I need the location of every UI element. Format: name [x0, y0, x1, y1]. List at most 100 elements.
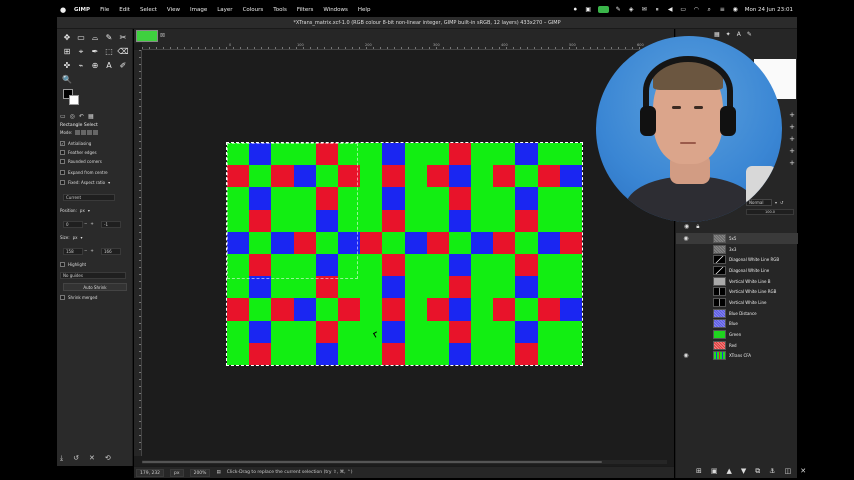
color-swatches[interactable] [63, 89, 83, 107]
menu-tools[interactable]: Tools [268, 7, 292, 13]
position-y-field[interactable]: -1 [101, 221, 121, 228]
highlight-checkbox[interactable] [60, 262, 65, 267]
siri-icon[interactable]: ◉ [732, 6, 739, 13]
patterns-tab-icon[interactable]: ✦ [726, 31, 731, 38]
crop-tool-icon[interactable]: ✂ [116, 31, 130, 45]
mail-icon[interactable]: ✉ [641, 6, 648, 13]
plus-icon[interactable]: + [90, 248, 93, 253]
eye-icon[interactable]: ◉ [684, 223, 689, 231]
menu-select[interactable]: Select [135, 7, 162, 13]
recording-indicator-icon[interactable] [597, 6, 609, 13]
save-options-icon[interactable]: ⤓ [60, 454, 63, 463]
rounded-corners-option[interactable]: Rounded corners [60, 159, 102, 164]
new-group-icon[interactable]: ▣ [711, 467, 718, 476]
position-unit-select[interactable]: px [80, 208, 85, 213]
horizontal-scrollbar[interactable] [142, 460, 667, 464]
control-center-icon[interactable]: ≡ [719, 6, 726, 13]
menu-colours[interactable]: Colours [238, 7, 269, 13]
xtrans-cfa-image[interactable] [226, 142, 583, 366]
layer-row[interactable]: Vertical White Line [676, 297, 798, 308]
menu-windows[interactable]: Windows [318, 7, 353, 13]
layer-row[interactable]: Vertical White Line RGB [676, 286, 798, 297]
screen-icon[interactable]: ▣ [585, 6, 592, 13]
aspect-current-field[interactable]: Current [63, 194, 115, 201]
menu-view[interactable]: View [162, 7, 185, 13]
zoom-tool-icon[interactable]: 🔍 [60, 73, 74, 87]
layer-row[interactable]: Vertical White Line B [676, 276, 798, 287]
layer-row[interactable]: ◉ 5x5 [676, 233, 798, 244]
plus-icon[interactable]: + [789, 159, 795, 167]
mask-icon[interactable]: ◫ [785, 467, 792, 476]
expand-from-centre-option[interactable]: Expand from centre [60, 170, 108, 175]
anchor-icon[interactable]: ⚓︎ [769, 467, 775, 476]
close-icon[interactable]: ⊠ [160, 32, 165, 39]
vertical-ruler[interactable] [134, 50, 142, 456]
record-dot-icon[interactable]: ⏺ [572, 6, 579, 13]
shrink-merged-option[interactable]: Shrink merged [60, 295, 97, 300]
new-layer-icon[interactable]: ⊞ [696, 467, 702, 476]
chevron-down-icon[interactable]: ▾ [108, 180, 110, 185]
bucket-fill-tool-icon[interactable]: ⬚ [102, 45, 116, 59]
plus-icon[interactable]: + [789, 147, 795, 155]
text-tool-icon[interactable]: A [102, 59, 116, 73]
raise-layer-icon[interactable]: ▲ [727, 467, 732, 476]
antialiasing-option[interactable]: ✓ Antialiasing [60, 141, 91, 146]
layer-row[interactable]: Diagonal White Line RGB [676, 254, 798, 265]
layer-row[interactable]: ◉ XTrans CFA [676, 351, 798, 362]
plus-icon[interactable]: + [90, 221, 93, 226]
app-menu[interactable]: GIMP [69, 7, 95, 13]
device-status-tab-icon[interactable]: ◎ [70, 113, 75, 120]
lock-icon[interactable]: 🔒︎ [696, 223, 699, 231]
layer-row[interactable]: Blue [676, 319, 798, 330]
position-x-stepper[interactable]: − + [84, 221, 94, 226]
undo-history-tab-icon[interactable]: ↶ [79, 113, 84, 120]
plus-icon[interactable]: + [789, 111, 795, 119]
selection-mode-buttons[interactable] [75, 130, 99, 135]
image-tab-thumbnail[interactable] [136, 30, 158, 42]
highlight-option[interactable]: Highlight [60, 262, 86, 267]
menu-layer[interactable]: Layer [212, 7, 237, 13]
battery-icon[interactable]: ▭ [680, 6, 687, 13]
size-w-stepper[interactable]: − + [84, 248, 94, 253]
unit-select[interactable]: px [170, 468, 184, 477]
restore-options-icon[interactable]: ↺ [73, 454, 79, 463]
edit-icon[interactable]: ✎ [615, 6, 622, 13]
menu-edit[interactable]: Edit [114, 7, 135, 13]
plus-icon[interactable]: + [789, 123, 795, 131]
horizontal-ruler[interactable]: 0 100 200 300 400 500 600 [142, 43, 674, 50]
menu-image[interactable]: Image [185, 7, 212, 13]
warp-tool-icon[interactable]: ⌖ [74, 45, 88, 59]
tool-options-tab-icon[interactable]: ▭ [60, 113, 66, 120]
scrollbar-thumb[interactable] [142, 461, 602, 463]
brush-preview-icon[interactable]: ✎ [747, 31, 752, 38]
pencil-tool-icon[interactable]: ✒ [88, 45, 102, 59]
volume-icon[interactable]: ◀ [667, 6, 674, 13]
smudge-tool-icon[interactable]: ⌁ [74, 59, 88, 73]
rounded-corners-checkbox[interactable] [60, 159, 65, 164]
search-icon[interactable]: ⌕ [706, 6, 713, 13]
eye-icon[interactable]: ◉ [682, 352, 690, 359]
transform-tool-icon[interactable]: ⊞ [60, 45, 74, 59]
reset-mode-icon[interactable]: ↺ [780, 200, 783, 205]
move-tool-icon[interactable]: ✥ [60, 31, 74, 45]
size-w-field[interactable]: 158 [63, 248, 83, 255]
plus-icon[interactable]: + [789, 135, 795, 143]
position-x-field[interactable]: 0 [63, 221, 83, 228]
eraser-tool-icon[interactable]: ⌫ [116, 45, 130, 59]
ink-tool-icon[interactable]: ✐ [116, 59, 130, 73]
rect-select-tool-icon[interactable]: ▭ [74, 31, 88, 45]
apple-menu-icon[interactable]: ● [57, 6, 69, 14]
delete-options-icon[interactable]: ✕ [89, 454, 95, 463]
eye-icon[interactable]: ◉ [682, 235, 690, 242]
wifi-icon[interactable]: ◠ [693, 6, 700, 13]
zoom-select[interactable]: 200% [189, 468, 211, 477]
fixed-checkbox[interactable] [60, 180, 65, 185]
expand-from-centre-checkbox[interactable] [60, 170, 65, 175]
images-tab-icon[interactable]: ▦ [88, 113, 94, 120]
menu-filters[interactable]: Filters [292, 7, 319, 13]
lasso-tool-icon[interactable]: ⌓ [88, 31, 102, 45]
menubar-clock[interactable]: Mon 24 Jun 23:01 [745, 7, 793, 13]
minus-icon[interactable]: − [84, 221, 87, 226]
delete-layer-icon[interactable]: ✕ [800, 467, 806, 476]
reset-options-icon[interactable]: ⟲ [105, 454, 111, 463]
